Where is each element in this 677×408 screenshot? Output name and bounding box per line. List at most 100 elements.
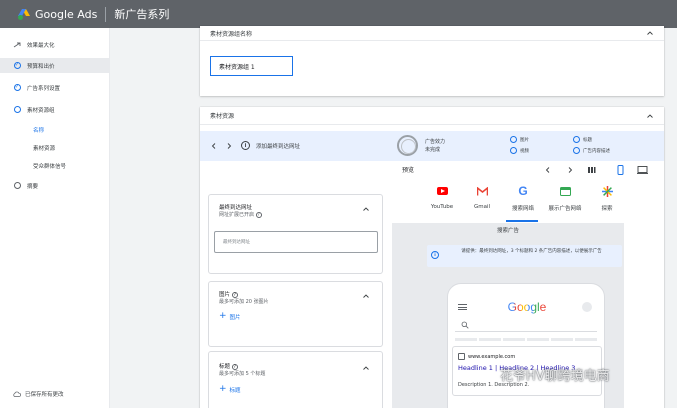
filter-chip xyxy=(551,338,573,341)
favicon-icon xyxy=(458,353,465,360)
google-ads-logo[interactable]: Google Ads xyxy=(18,8,97,21)
checklist-headlines: 标题 xyxy=(573,136,592,143)
headlines-desc: 最多可添加 5 个标题 xyxy=(219,371,266,377)
columns-icon[interactable] xyxy=(587,165,596,175)
final-url-desc-text: 网址扩展已开启 xyxy=(219,212,255,218)
cloud-done-icon xyxy=(13,391,21,397)
sidebar-item-name[interactable]: 名称 xyxy=(0,122,110,137)
card-header: 素材资源 xyxy=(200,107,664,125)
add-images-button[interactable]: + 图片 xyxy=(219,312,241,321)
checklist-images: 图片 xyxy=(510,136,529,143)
sidebar-item-summary[interactable]: 摘要 xyxy=(0,178,110,193)
ad-strength-title: 广告效力 xyxy=(425,139,446,145)
help-icon[interactable]: ? xyxy=(231,363,238,370)
help-icon[interactable]: ? xyxy=(255,211,262,218)
card-header: 素材资源组名称 xyxy=(200,26,664,41)
campaign-title: 新广告系列 xyxy=(114,8,170,21)
chevron-up-icon[interactable] xyxy=(362,292,370,300)
sidebar-item-label: 素材资源 xyxy=(33,145,56,152)
filter-chip xyxy=(527,338,549,341)
tab-discover[interactable]: 探索 xyxy=(582,185,632,212)
checklist-label: 广告内容描述 xyxy=(583,148,610,154)
google-ads-logo-icon xyxy=(18,8,30,20)
filter-chip xyxy=(455,338,477,341)
sidebar-item-maximize-performance[interactable]: 效果最大化 xyxy=(0,37,110,52)
circle-icon xyxy=(573,136,580,143)
card-title: 素材资源 xyxy=(210,113,235,120)
google-g-icon: G xyxy=(518,184,528,198)
asset-group-name-value: 素材资源组 1 xyxy=(219,63,255,71)
headlines-title: 标题 ? xyxy=(219,362,238,370)
card-title: 素材资源组名称 xyxy=(210,30,253,38)
app-title: Google Ads xyxy=(35,7,98,21)
images-title: 图片 ? xyxy=(219,290,238,298)
ad-strength-ring xyxy=(397,135,418,156)
main-content: 素材资源组名称 素材资源组 1 素材资源 i 添加最终到达网址 广告效力 未完成… xyxy=(110,26,677,408)
save-status-text: 已保存所有更改 xyxy=(25,392,64,398)
ad-url-row: www.example.com xyxy=(458,353,515,360)
sidebar-item-asset-group[interactable]: 素材资源组 xyxy=(0,102,110,117)
chevron-right-icon[interactable] xyxy=(225,142,233,150)
sidebar-item-budget[interactable]: ✓ 预算和出价 xyxy=(0,58,110,73)
preview-section-title: 搜索广告 xyxy=(496,228,519,234)
plus-icon: + xyxy=(219,384,227,394)
assets-status-strip: i 添加最终到达网址 广告效力 未完成 图片 标题 视频 广告内容描述 xyxy=(200,131,664,161)
chevron-up-icon[interactable] xyxy=(646,29,654,37)
mobile-device-icon[interactable] xyxy=(616,165,625,175)
sidebar-item-label: 预算和出价 xyxy=(27,63,55,70)
arrow-icon xyxy=(13,41,21,49)
checklist-videos: 视频 xyxy=(510,147,529,154)
final-url-title: 最终到达网址 xyxy=(219,205,253,211)
circle-icon xyxy=(13,106,21,114)
final-url-desc: 网址扩展已开启 ? xyxy=(219,211,262,218)
check-circle-icon: ✓ xyxy=(13,62,21,69)
circle-icon xyxy=(510,136,517,143)
discover-star-icon xyxy=(601,185,613,197)
desktop-device-icon[interactable] xyxy=(637,165,648,175)
top-bar: Google Ads 新广告系列 xyxy=(0,0,677,28)
help-icon[interactable]: ? xyxy=(231,291,238,298)
final-url-placeholder: 最终到达网址 xyxy=(223,240,250,245)
sidebar-item-assets[interactable]: 素材资源 xyxy=(0,140,110,155)
youtube-icon xyxy=(436,185,448,197)
asset-group-name-input[interactable]: 素材资源组 1 xyxy=(210,56,293,76)
chevron-right-icon[interactable] xyxy=(566,166,574,174)
avatar xyxy=(582,302,592,312)
save-status: 已保存所有更改 xyxy=(13,390,64,398)
header-divider xyxy=(105,6,107,22)
sidebar-item-label: 效果最大化 xyxy=(27,42,55,49)
add-headlines-button[interactable]: + 标题 xyxy=(219,385,241,394)
gmail-icon xyxy=(476,185,488,197)
checklist-label: 图片 xyxy=(520,137,529,143)
sidebar-item-audience-signals[interactable]: 受众群体信号 xyxy=(0,158,110,173)
active-tab-indicator xyxy=(506,220,538,222)
requirements-notice: i 请提供：最终到达网址，3 个标题和 2 条广告内容描述，以便展示广告 xyxy=(427,245,622,267)
images-section: 图片 ? 最多可添加 20 张图片 + 图片 xyxy=(208,281,383,347)
chevron-left-icon[interactable] xyxy=(210,142,218,150)
ad-strength-value: 未完成 xyxy=(425,147,441,153)
chevron-up-icon[interactable] xyxy=(362,364,370,372)
phone-filter-chips xyxy=(455,338,597,343)
sidebar-item-label: 广告系列设置 xyxy=(27,85,61,92)
sidebar-item-label: 摘要 xyxy=(27,183,39,190)
info-icon: i xyxy=(241,141,250,150)
checklist-descriptions: 广告内容描述 xyxy=(573,147,610,154)
final-url-section: 最终到达网址 网址扩展已开启 ? 最终到达网址 xyxy=(208,194,383,274)
chevron-up-icon[interactable] xyxy=(362,205,370,213)
sidebar-item-campaign-settings[interactable]: ✓ 广告系列设置 xyxy=(0,80,110,95)
watermark: 花爷HV聊跨境电商 xyxy=(500,369,610,384)
sidebar-item-label: 名称 xyxy=(33,127,45,134)
headlines-section: 标题 ? 最多可添加 5 个标题 + 标题 xyxy=(208,351,383,408)
final-url-input[interactable]: 最终到达网址 xyxy=(214,231,378,253)
circle-icon xyxy=(510,147,517,154)
sidebar-item-label: 素材资源组 xyxy=(27,107,55,114)
google-logo-text: Google xyxy=(507,300,547,314)
add-final-url-hint[interactable]: 添加最终到达网址 xyxy=(256,142,300,150)
phone-search-bar xyxy=(455,318,597,332)
tab-label: 探索 xyxy=(601,206,613,212)
chevron-left-icon[interactable] xyxy=(544,166,552,174)
circle-icon xyxy=(13,182,21,190)
info-icon: i xyxy=(431,251,439,259)
filter-chip xyxy=(503,338,525,341)
chevron-up-icon[interactable] xyxy=(646,112,654,120)
